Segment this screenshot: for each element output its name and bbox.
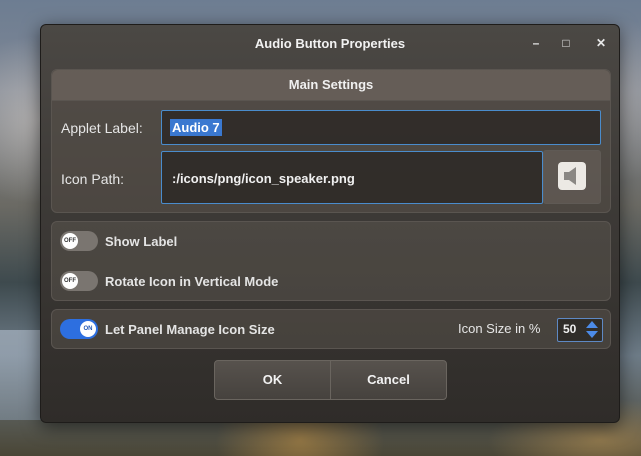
applet-label-caption: Applet Label: bbox=[61, 120, 143, 136]
icon-size-group: ON Let Panel Manage Icon Size Icon Size … bbox=[51, 309, 611, 349]
main-settings-group: Main Settings Applet Label: Audio 7 Icon… bbox=[51, 69, 611, 213]
cancel-button[interactable]: Cancel bbox=[330, 360, 447, 400]
rotate-icon-toggle[interactable]: OFF bbox=[60, 271, 98, 291]
close-button[interactable]: ✕ bbox=[591, 33, 611, 53]
icon-size-spinbox[interactable]: 50 bbox=[557, 318, 603, 342]
icon-size-value: 50 bbox=[563, 322, 577, 336]
panel-manage-text: Let Panel Manage Icon Size bbox=[105, 322, 275, 337]
icon-browse-button[interactable] bbox=[543, 150, 601, 204]
toggle-knob: OFF bbox=[62, 233, 78, 249]
ok-button[interactable]: OK bbox=[214, 360, 331, 400]
properties-dialog: Audio Button Properties – □ ✕ Main Setti… bbox=[40, 24, 620, 423]
minimize-button[interactable]: – bbox=[526, 33, 546, 53]
main-settings-header: Main Settings bbox=[52, 70, 610, 101]
display-options-group: OFF Show Label OFF Rotate Icon in Vertic… bbox=[51, 221, 611, 301]
toggle-knob: ON bbox=[80, 321, 96, 337]
rotate-icon-text: Rotate Icon in Vertical Mode bbox=[105, 274, 279, 289]
icon-path-input[interactable]: :/icons/png/icon_speaker.png bbox=[161, 151, 543, 204]
spin-up-icon[interactable] bbox=[586, 321, 598, 328]
icon-path-caption: Icon Path: bbox=[61, 171, 125, 187]
spin-down-icon[interactable] bbox=[586, 331, 598, 338]
spin-buttons bbox=[583, 319, 602, 341]
speaker-icon bbox=[558, 162, 586, 190]
toggle-knob: OFF bbox=[62, 273, 78, 289]
icon-path-value: :/icons/png/icon_speaker.png bbox=[172, 171, 355, 186]
show-label-toggle[interactable]: OFF bbox=[60, 231, 98, 251]
maximize-button[interactable]: □ bbox=[556, 33, 576, 53]
icon-size-label: Icon Size in % bbox=[458, 321, 541, 336]
panel-manage-toggle[interactable]: ON bbox=[60, 319, 98, 339]
applet-label-value: Audio 7 bbox=[170, 119, 222, 136]
applet-label-input[interactable]: Audio 7 bbox=[161, 110, 601, 145]
show-label-text: Show Label bbox=[105, 234, 178, 249]
title-bar[interactable]: Audio Button Properties – □ ✕ bbox=[41, 25, 619, 61]
